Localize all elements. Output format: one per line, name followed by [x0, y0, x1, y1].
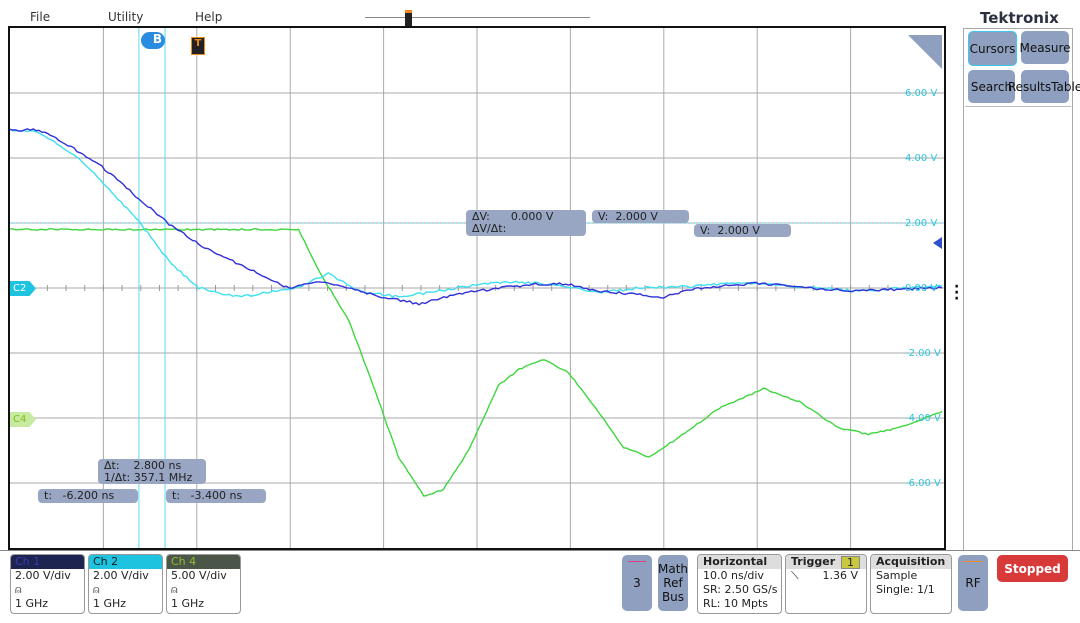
channel-name: Ch 2: [89, 555, 162, 569]
t2-label: t:: [172, 489, 181, 502]
record-length: RL: 10 Mpts: [703, 597, 768, 610]
v2-value: 2.000 V: [717, 224, 760, 237]
horizontal-scale: 10.0 ns/div: [703, 569, 764, 582]
measure-button[interactable]: Measure: [1020, 31, 1071, 64]
trigger-title: Trigger 1: [786, 555, 866, 569]
t2-value: -3.400 ns: [190, 489, 243, 502]
y-axis-label: 4.00 V: [905, 153, 938, 164]
y-axis-label: -4.00 V: [905, 413, 941, 424]
bandwidth-icon: ⍝: [15, 583, 22, 596]
results-label: Results: [1007, 79, 1052, 94]
bandwidth-icon: ⍝: [93, 583, 100, 596]
trigger-level-arrow-icon[interactable]: [933, 237, 942, 249]
ch3-button[interactable]: 3: [622, 555, 652, 611]
bus-label: Bus: [661, 590, 685, 604]
channel-bandwidth: 1 GHz: [171, 597, 205, 610]
y-axis-label: -6.00 V: [905, 478, 941, 489]
v1-label: V:: [598, 210, 609, 223]
results-table-button[interactable]: Results Table: [1008, 70, 1080, 103]
side-panel-divider: [965, 106, 1071, 107]
ch3-color-bar: [628, 561, 646, 562]
inv-dt-value: 357.1 MHz: [133, 470, 193, 484]
falling-edge-icon: ⟍: [791, 569, 799, 582]
sample-rate: SR: 2.50 GS/s: [703, 583, 778, 596]
channel-scale: 2.00 V/div: [15, 569, 71, 582]
ch3-label: 3: [633, 576, 641, 590]
horizontal-badge[interactable]: Horizontal 10.0 ns/div SR: 2.50 GS/s RL: 10…: [697, 554, 782, 614]
t1-label: t:: [44, 489, 53, 502]
bandwidth-icon: ⍝: [171, 583, 178, 596]
y-axis-label: 2.00 V: [905, 218, 938, 229]
channel-name: Ch 1: [11, 555, 84, 569]
horizontal-title: Horizontal: [698, 555, 781, 569]
tektronix-logo: Tektronix: [980, 9, 1059, 27]
rf-button[interactable]: RF: [958, 555, 988, 611]
rf-color-bar: [963, 561, 983, 562]
cursor-b-label[interactable]: B: [141, 32, 165, 49]
y-axis-label: 0.00 V: [905, 283, 938, 294]
ref-label: Ref: [663, 576, 683, 590]
rf-label: RF: [965, 576, 981, 590]
channel-badge-4[interactable]: Ch 4 5.00 V/div ⍝ 1 GHz: [166, 554, 241, 614]
cursors-button[interactable]: Cursors: [968, 31, 1017, 66]
bottom-bar-divider: [0, 550, 1080, 551]
math-ref-bus-button[interactable]: Math Ref Bus: [658, 555, 688, 611]
math-label: Math: [657, 562, 689, 576]
dv-value: 0.000 V: [510, 210, 554, 223]
trigger-source: 1: [841, 556, 860, 569]
trigger-level: 1.36 V: [822, 569, 858, 582]
channel-scale: 2.00 V/div: [93, 569, 149, 582]
v2-readout: V: 2.000 V: [694, 224, 791, 237]
acq-count: Single: 1/1: [876, 583, 935, 596]
zoom-magnifier-icon[interactable]: [908, 35, 942, 69]
dvdt-label: ΔV/Δt:: [472, 222, 507, 235]
y-axis-label: 6.00 V: [905, 88, 938, 99]
acquisition-title: Acquisition: [871, 555, 951, 569]
more-menu-icon[interactable]: · · ·: [954, 280, 959, 306]
run-stop-button[interactable]: Stopped: [997, 555, 1068, 582]
table-label: Table: [1051, 79, 1080, 94]
channel-badge-2[interactable]: Ch 2 2.00 V/div ⍝ 1 GHz: [88, 554, 163, 614]
v1-readout: V: 2.000 V: [592, 210, 689, 223]
v2-label: V:: [700, 224, 711, 237]
channel-bandwidth: 1 GHz: [15, 597, 49, 610]
channel-badge-1[interactable]: Ch 1 2.00 V/div ⍝ 1 GHz: [10, 554, 85, 614]
trigger-position-marker[interactable]: T: [191, 37, 205, 55]
trigger-badge[interactable]: Trigger 1 ⟍ 1.36 V: [785, 554, 867, 614]
v1-value: 2.000 V: [615, 210, 658, 223]
inv-dt-label: 1/Δt:: [104, 470, 131, 484]
ch4-waveform: [9, 228, 943, 497]
delta-t-readout: Δt: 2.800 ns 1/Δt: 357.1 MHz: [98, 459, 206, 484]
y-axis-label: -2.00 V: [905, 348, 941, 359]
delta-v-readout: ΔV: 0.000 V ΔV/Δt:: [466, 210, 586, 236]
t2-readout: t: -3.400 ns: [166, 489, 266, 503]
channel-bandwidth: 1 GHz: [93, 597, 127, 610]
acq-mode: Sample: [876, 569, 918, 582]
acquisition-badge[interactable]: Acquisition Sample Single: 1/1: [870, 554, 952, 614]
t1-readout: t: -6.200 ns: [38, 489, 138, 503]
t1-value: -6.200 ns: [62, 489, 115, 502]
channel-name: Ch 4: [167, 555, 240, 569]
channel-scale: 5.00 V/div: [171, 569, 227, 582]
